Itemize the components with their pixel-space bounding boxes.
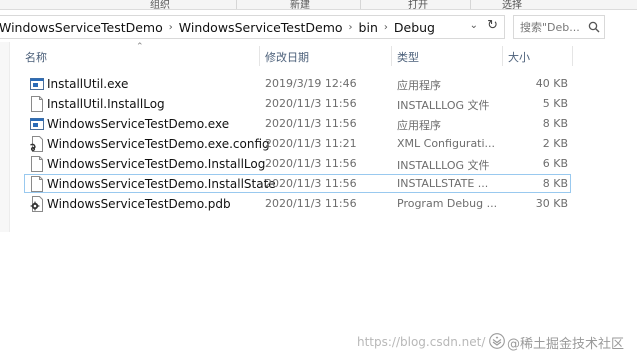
file-size: 5 KB [542,97,568,110]
file-date: 2020/11/3 11:21 [265,137,357,150]
breadcrumb-project[interactable]: WindowsServiceTestDemo [175,20,347,35]
file-name: WindowsServiceTestDemo.InstallLog [47,157,266,171]
breadcrumb-separator-icon[interactable]: › [167,22,175,33]
pdb-icon [30,196,43,212]
file-name: WindowsServiceTestDemo.exe.config [47,137,270,151]
file-date: 2020/11/3 11:56 [265,177,357,190]
file-date: 2020/11/3 11:56 [265,157,357,170]
exe-icon [30,78,44,90]
document-icon [31,176,43,192]
exe-icon [30,118,44,130]
navigation-bar: WindowsServiceTestDemo › WindowsServiceT… [0,15,637,41]
breadcrumb-project-root[interactable]: WindowsServiceTestDemo [0,20,167,35]
file-size: 8 KB [542,117,568,130]
ribbon-group-new[interactable]: 新建 [290,0,310,11]
file-name: WindowsServiceTestDemo.exe [47,117,230,131]
column-divider[interactable] [572,46,573,66]
column-divider[interactable] [391,46,392,66]
file-name: WindowsServiceTestDemo.InstallState [47,177,276,191]
file-type: INSTALLLOG 文件 [397,99,490,112]
column-header-date[interactable]: 修改日期 [265,49,309,65]
ribbon-group-open[interactable]: 打开 [408,0,428,11]
file-type: 应用程序 [397,79,441,92]
breadcrumb-bin[interactable]: bin [355,20,382,35]
file-date: 2020/11/3 11:56 [265,197,357,210]
file-date: 2020/11/3 11:56 [265,117,357,130]
refresh-icon[interactable]: ↻ [487,18,498,33]
file-row[interactable]: WindowsServiceTestDemo.InstallState 2020… [0,174,637,194]
file-type: XML Configurati... [397,137,496,150]
breadcrumb-separator-icon[interactable]: › [382,22,390,33]
watermark-url: https://blog.csdn.net/ [357,335,486,349]
file-type: INSTALLSTATE ... [397,177,489,190]
watermark-brand: @稀土掘金技术社区 [507,337,625,352]
file-size: 6 KB [542,157,568,170]
file-row[interactable]: InstallUtil.InstallLog 2020/11/3 11:56 I… [0,94,637,114]
column-header-row: ⌃ 名称 修改日期 类型 大小 [0,42,637,68]
ribbon-strip: 组织 新建 打开 选择 [0,0,637,11]
file-type: Program Debug ... [397,197,498,210]
file-date: 2020/11/3 11:56 [265,97,357,110]
breadcrumb-separator-icon[interactable]: › [347,22,355,33]
file-name: InstallUtil.InstallLog [47,97,165,111]
file-size: 40 KB [535,77,568,90]
search-input[interactable] [518,19,584,35]
address-bar[interactable]: WindowsServiceTestDemo › WindowsServiceT… [0,15,505,39]
juejin-logo-icon [489,333,505,349]
file-date: 2019/3/19 12:46 [265,77,357,90]
ribbon-group-organize[interactable]: 组织 [150,0,170,11]
file-name: InstallUtil.exe [47,77,129,91]
breadcrumb-debug[interactable]: Debug [390,20,439,35]
file-row[interactable]: WindowsServiceTestDemo.exe.config 2020/1… [0,134,637,154]
column-header-size[interactable]: 大小 [508,49,530,65]
column-divider[interactable] [502,46,503,66]
column-divider[interactable] [259,46,260,66]
ribbon-divider [470,0,471,9]
ribbon-divider [236,0,237,9]
file-row[interactable]: WindowsServiceTestDemo.exe 2020/11/3 11:… [0,114,637,134]
sort-ascending-icon: ⌃ [136,42,144,52]
file-row[interactable]: InstallUtil.exe 2019/3/19 12:46 应用程序 40 … [0,74,637,94]
column-header-type[interactable]: 类型 [397,49,419,65]
file-type: INSTALLLOG 文件 [397,159,490,172]
document-icon [31,156,43,172]
file-name: WindowsServiceTestDemo.pdb [47,197,231,211]
file-size: 2 KB [542,137,568,150]
document-icon [31,96,43,112]
ribbon-group-select[interactable]: 选择 [502,0,522,11]
file-row[interactable]: WindowsServiceTestDemo.InstallLog 2020/1… [0,154,637,174]
chevron-down-icon[interactable]: ⌄ [470,20,478,31]
file-row[interactable]: WindowsServiceTestDemo.pdb 2020/11/3 11:… [0,194,637,214]
file-size: 30 KB [535,197,568,210]
file-size: 8 KB [542,177,568,190]
config-icon [30,136,43,152]
search-box[interactable] [513,15,605,39]
search-icon[interactable] [588,21,600,33]
column-header-name[interactable]: 名称 [25,49,47,65]
ribbon-divider [360,0,361,9]
file-type: 应用程序 [397,119,441,132]
